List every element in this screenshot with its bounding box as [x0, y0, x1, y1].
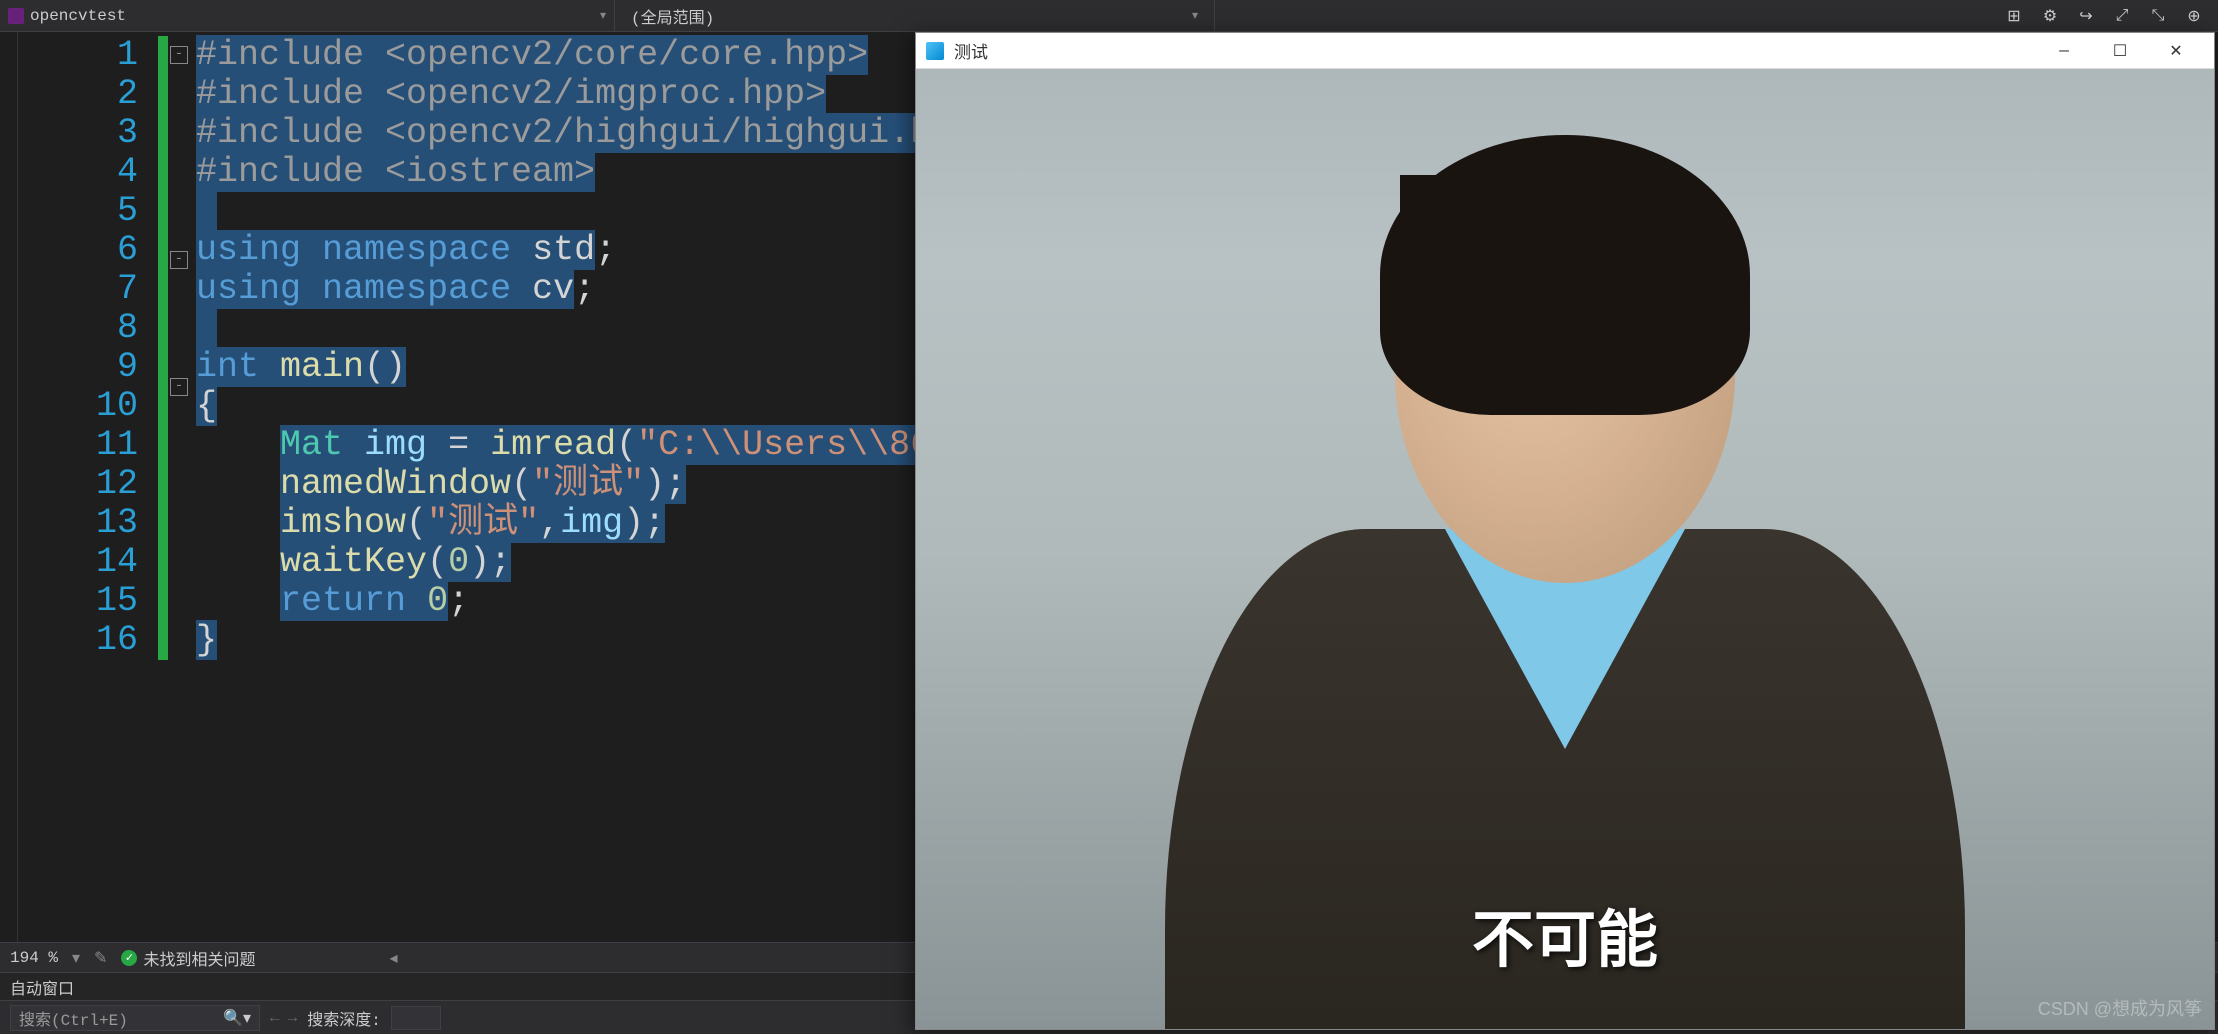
change-mark: [158, 270, 168, 309]
window-controls: — ☐ ✕: [2036, 33, 2204, 69]
zoom-in-icon[interactable]: ⤡: [2146, 4, 2170, 28]
opencv-output-window: 测试 — ☐ ✕ 不可能 CSDN @想成为风筝: [915, 32, 2215, 1030]
line-number: 15: [18, 582, 138, 621]
line-number: 5: [18, 192, 138, 231]
breakpoint-margin[interactable]: [0, 32, 18, 942]
change-mark: [158, 192, 168, 231]
auto-window-label: 自动窗口: [10, 975, 74, 999]
change-mark: [158, 348, 168, 387]
line-number: 7: [18, 270, 138, 309]
maximize-button[interactable]: ☐: [2092, 33, 2148, 69]
change-mark: [158, 582, 168, 621]
video-subtitle: 不可能: [1472, 889, 1658, 979]
line-number: 1: [18, 36, 138, 75]
fold-column: - - -: [168, 32, 196, 942]
line-number: 12: [18, 465, 138, 504]
window-titlebar[interactable]: 测试 — ☐ ✕: [916, 33, 2214, 69]
chevron-down-icon: ▾: [1192, 8, 1198, 23]
change-mark: [158, 543, 168, 582]
line-number: 16: [18, 621, 138, 660]
line-number: 13: [18, 504, 138, 543]
collapse-icon[interactable]: ◂: [389, 948, 397, 968]
gear-icon[interactable]: ⚙: [2038, 4, 2062, 28]
login-icon[interactable]: ↪: [2074, 4, 2098, 28]
scope-text: (全局范围): [631, 4, 714, 28]
zoom-out-icon[interactable]: ⤢: [2110, 4, 2134, 28]
change-mark: [158, 231, 168, 270]
change-mark: [158, 504, 168, 543]
change-mark: [158, 36, 168, 75]
line-number: 10: [18, 387, 138, 426]
line-number: 3: [18, 114, 138, 153]
change-mark: [158, 153, 168, 192]
minimize-button[interactable]: —: [2036, 33, 2092, 69]
search-input[interactable]: 搜索(Ctrl+E) 🔍▾: [10, 1005, 260, 1031]
toolbar-right-icons: ⊞ ⚙ ↪ ⤢ ⤡ ⊕: [2002, 4, 2218, 28]
search-icon[interactable]: 🔍▾: [223, 1008, 251, 1028]
zoom-dropdown-icon[interactable]: ▾: [72, 948, 80, 968]
line-number: 14: [18, 543, 138, 582]
search-depth-label: 搜索深度:: [307, 1006, 381, 1030]
change-indicator-bar: [158, 32, 168, 942]
project-selector[interactable]: opencvtest ▾: [0, 0, 615, 31]
chevron-down-icon: ▾: [600, 8, 606, 23]
issues-status[interactable]: ✓ 未找到相关问题: [121, 946, 255, 970]
zoom-icon[interactable]: ⊕: [2182, 4, 2206, 28]
csdn-watermark: CSDN @想成为风筝: [2038, 995, 2202, 1021]
zoom-level[interactable]: 194 %: [10, 949, 58, 967]
search-depth-select[interactable]: [391, 1006, 441, 1030]
line-number: 6: [18, 231, 138, 270]
line-number: 2: [18, 75, 138, 114]
search-next-icon[interactable]: →: [288, 1009, 298, 1027]
window-app-icon: [926, 42, 944, 60]
change-mark: [158, 114, 168, 153]
line-number: 11: [18, 426, 138, 465]
project-name: opencvtest: [30, 7, 126, 25]
line-number-gutter: 1 2 3 4 5 6 7 8 9 10 11 12 13 14 15 16: [18, 32, 158, 942]
brush-icon[interactable]: ✎: [94, 948, 107, 968]
add-icon[interactable]: ⊞: [2002, 4, 2026, 28]
change-mark: [158, 465, 168, 504]
project-icon: [8, 8, 24, 24]
search-prev-icon[interactable]: ←: [270, 1009, 280, 1027]
search-placeholder: 搜索(Ctrl+E): [19, 1006, 128, 1030]
change-mark: [158, 621, 168, 660]
line-number: 8: [18, 309, 138, 348]
issues-text: 未找到相关问题: [143, 946, 255, 970]
change-mark: [158, 309, 168, 348]
fold-toggle[interactable]: -: [170, 378, 188, 396]
line-number: 4: [18, 153, 138, 192]
change-mark: [158, 387, 168, 426]
top-toolbar: opencvtest ▾ (全局范围) ▾ ⊞ ⚙ ↪ ⤢ ⤡ ⊕: [0, 0, 2218, 32]
window-title: 测试: [954, 38, 988, 63]
change-mark: [158, 75, 168, 114]
image-display: 不可能 CSDN @想成为风筝: [916, 69, 2214, 1029]
scope-selector[interactable]: (全局范围) ▾: [615, 0, 1215, 31]
line-number: 9: [18, 348, 138, 387]
close-button[interactable]: ✕: [2148, 33, 2204, 69]
change-mark: [158, 426, 168, 465]
fold-toggle[interactable]: -: [170, 46, 188, 64]
search-nav: ← →: [270, 1009, 297, 1027]
fold-toggle[interactable]: -: [170, 251, 188, 269]
check-icon: ✓: [121, 950, 137, 966]
